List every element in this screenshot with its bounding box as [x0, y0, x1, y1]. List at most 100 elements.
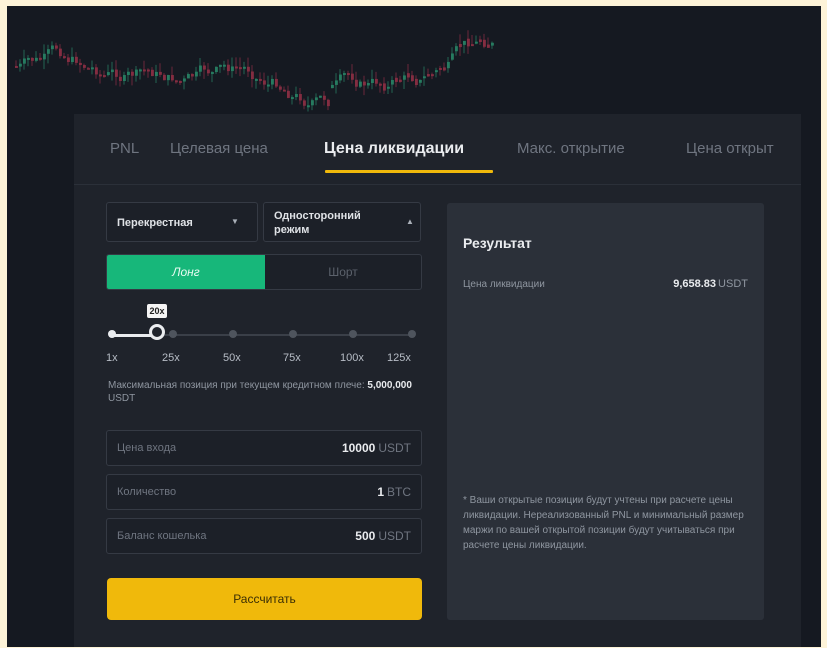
candle-body [403, 75, 406, 80]
tab-target-price[interactable]: Целевая цена [170, 140, 268, 157]
liquidation-price-unit: USDT [718, 278, 748, 290]
candle-body [191, 74, 194, 77]
chevron-down-icon: ▼ [231, 217, 239, 226]
candle-body [95, 67, 98, 75]
slider-tick[interactable] [408, 330, 416, 338]
active-tab-indicator [325, 170, 493, 173]
candle-body [411, 75, 414, 82]
entry-price-field[interactable]: Цена входа 10000 USDT [106, 430, 422, 466]
leverage-value-badge: 20x [147, 304, 167, 318]
candle-body [55, 45, 58, 49]
candle-body [419, 79, 422, 83]
liquidation-price-number: 9,658.83 [673, 278, 717, 290]
candle-body [43, 53, 46, 60]
leverage-slider[interactable]: 20x 1x 25x 50x 75x 100x 125x [106, 304, 422, 374]
candle-body [151, 69, 154, 77]
entry-price-unit: USDT [378, 441, 411, 455]
candle-body [447, 61, 450, 69]
short-button[interactable]: Шорт [265, 255, 421, 289]
candle-body [63, 56, 66, 59]
wallet-balance-field[interactable]: Баланс кошелька 500 USDT [106, 518, 422, 554]
candle-body [75, 56, 78, 63]
candle-body [483, 39, 486, 47]
slider-tick[interactable] [289, 330, 297, 338]
candle-body [475, 41, 478, 44]
candle-body [127, 71, 130, 76]
candle-body [427, 74, 430, 77]
candle-body [111, 69, 114, 73]
candle-body [299, 94, 302, 101]
candle-body [331, 84, 334, 89]
candle-body [227, 64, 230, 72]
wallet-balance-unit: USDT [378, 529, 411, 543]
candle-body [87, 67, 90, 70]
candle-body [431, 74, 434, 77]
candle-body [179, 80, 182, 83]
quantity-field[interactable]: Количество 1 BTC [106, 474, 422, 510]
candle-body [243, 66, 246, 69]
long-button[interactable]: Лонг [107, 255, 265, 289]
candle-body [279, 86, 282, 90]
liquidation-price-value: 9,658.83 USDT [673, 278, 748, 290]
tab-open-price[interactable]: Цена открыт [686, 140, 774, 157]
candle-body [311, 100, 314, 106]
candle-body [451, 53, 454, 60]
candle-body [367, 83, 370, 86]
candle-body [23, 58, 26, 64]
candle-body [463, 40, 466, 45]
candle-body [327, 99, 330, 107]
entry-price-value: 10000 USDT [342, 441, 411, 455]
candle-body [71, 56, 74, 62]
slider-handle[interactable] [149, 324, 165, 340]
candle-body [155, 71, 158, 77]
candle-body [223, 64, 226, 67]
candle-body [91, 67, 94, 70]
candle-body [379, 83, 382, 86]
entry-price-label: Цена входа [117, 442, 177, 454]
candle-body [479, 39, 482, 42]
candle-body [391, 79, 394, 85]
leverage-label: 100x [340, 352, 364, 364]
candle-body [19, 63, 22, 67]
quantity-number: 1 [377, 485, 384, 499]
slider-tick[interactable] [108, 330, 116, 338]
candle-body [307, 105, 310, 108]
candle-body [363, 81, 366, 86]
candle-body [171, 75, 174, 81]
chevron-up-icon: ▲ [406, 217, 414, 226]
slider-tick[interactable] [229, 330, 237, 338]
candle-body [291, 97, 294, 100]
candle-body [35, 57, 38, 61]
candle-body [187, 74, 190, 79]
leverage-label: 75x [283, 352, 301, 364]
result-note: * Ваши открытые позиции будут учтены при… [463, 495, 744, 551]
leverage-label: 50x [223, 352, 241, 364]
margin-mode-select[interactable]: Перекрестная ▼ [106, 202, 258, 242]
tab-liquidation-price[interactable]: Цена ликвидации [324, 140, 464, 158]
candle-body [31, 57, 34, 61]
candle-body [251, 71, 254, 80]
candle-body [343, 73, 346, 76]
candle-body [375, 78, 378, 84]
candle-body [415, 78, 418, 86]
candle-body [347, 73, 350, 76]
candle-body [47, 49, 50, 54]
candle-body [167, 75, 170, 81]
position-mode-select[interactable]: Односторонний режим ▲ [263, 202, 421, 242]
calculate-button[interactable]: Рассчитать [107, 578, 422, 620]
slider-tick[interactable] [349, 330, 357, 338]
candle-body [359, 81, 362, 87]
candle-body [195, 71, 198, 77]
candle-body [59, 48, 62, 57]
tab-pnl[interactable]: PNL [110, 140, 139, 157]
candle-body [319, 95, 322, 98]
quantity-unit: BTC [387, 485, 411, 499]
candle-body [143, 69, 146, 72]
slider-tick[interactable] [169, 330, 177, 338]
tab-max-open[interactable]: Макс. открытие [517, 140, 625, 157]
side-toggle: Лонг Шорт [106, 254, 422, 290]
wallet-balance-label: Баланс кошелька [117, 530, 207, 542]
max-position-info: Максимальная позиция при текущем кредитн… [108, 379, 418, 405]
candle-body [303, 100, 306, 106]
liquidation-price-label: Цена ликвидации [463, 279, 545, 290]
